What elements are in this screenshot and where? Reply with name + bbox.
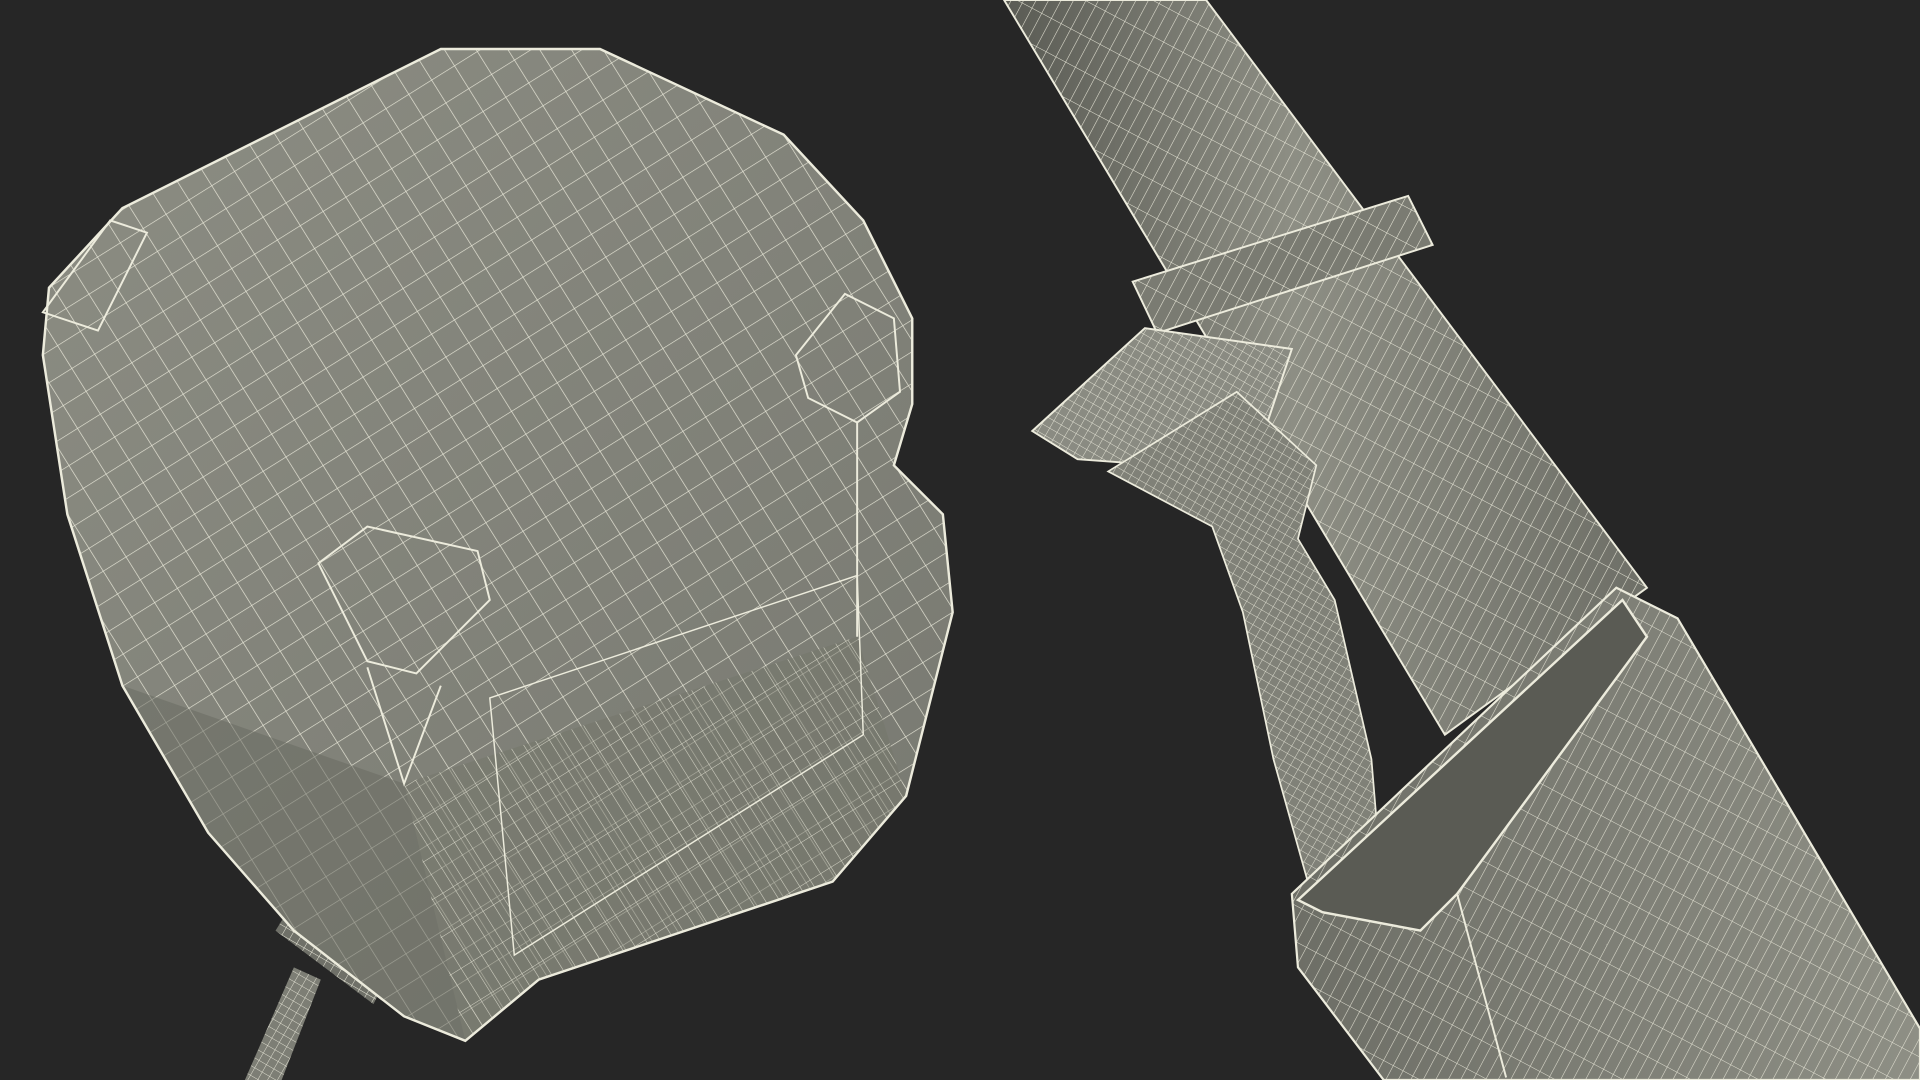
housing-block-mesh [41,47,954,1080]
wireframe-render-viewport [0,0,1920,1080]
wireframe-render [41,0,1920,1080]
pole-assembly-mesh [1002,0,1920,1080]
